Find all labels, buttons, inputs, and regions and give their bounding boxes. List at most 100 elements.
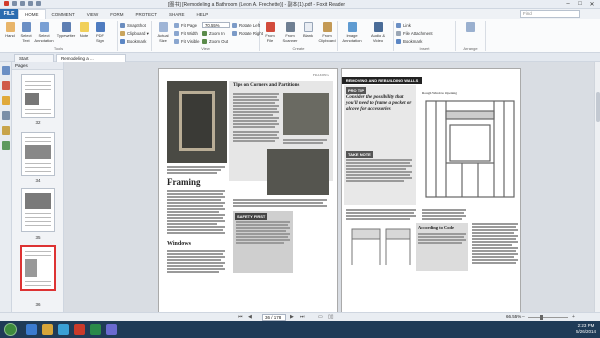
menu-home[interactable]: HOME [18, 9, 46, 19]
attachments-panel-icon[interactable] [2, 111, 10, 120]
page-thumbnail-label: 36 [35, 302, 41, 307]
open-icon[interactable] [12, 1, 17, 6]
menu-help[interactable]: HELP [191, 12, 215, 17]
view-group-label: View [201, 46, 210, 51]
menu-form[interactable]: FORM [104, 12, 129, 17]
zoom-percentage: 66.55% [506, 314, 522, 319]
safety-first-title: SAFETY FIRST [235, 213, 268, 220]
page-thumbnail[interactable] [21, 74, 55, 118]
create-group: From File From Scanner Blank From Clipbo… [260, 21, 338, 51]
app2-taskbar-icon[interactable] [106, 324, 117, 335]
minimize-button[interactable]: – [562, 0, 574, 8]
app-taskbar-icon[interactable] [90, 324, 101, 335]
rotate-right-button[interactable]: Rotate Right [232, 30, 263, 37]
clipboard-button[interactable]: Clipboard ▾ [120, 30, 149, 37]
page-thumbnail-label: 32 [35, 120, 41, 125]
layers-panel-icon[interactable] [2, 141, 10, 150]
snapshot-button[interactable]: SnapShot [120, 22, 146, 29]
note-button[interactable]: Note [76, 22, 92, 38]
fit-width-button[interactable]: Fit Width [174, 30, 198, 37]
clipboard-create-icon [322, 22, 332, 32]
zoom-in-icon-status[interactable]: + [572, 314, 575, 320]
windows-heading: Windows [167, 241, 191, 247]
tab-document[interactable]: Remodeling a ... [56, 54, 126, 62]
pdf-sign-button[interactable]: PDF Sign [92, 22, 108, 43]
bookmark-tool-button[interactable]: Bookmark [120, 38, 146, 45]
menu-comment[interactable]: COMMENT [46, 12, 81, 17]
zoom-out-icon-status[interactable]: – [522, 314, 525, 320]
rotate-left-button[interactable]: Rotate Left [232, 22, 260, 29]
file-attachment-button[interactable]: File Attachment [396, 30, 433, 37]
security-panel-icon[interactable] [2, 126, 10, 135]
select-text-button[interactable]: Select Text [18, 22, 34, 43]
code-box [416, 223, 468, 271]
zoom-out-button[interactable]: Zoom Out [202, 38, 228, 45]
arrange-group-label: Arrange [463, 46, 478, 51]
foxit-reader-taskbar-icon[interactable] [74, 324, 85, 335]
quick-access-toolbar [4, 1, 41, 6]
typewriter-button[interactable]: Typewriter [56, 22, 76, 38]
from-scanner-button[interactable]: From Scanner [280, 22, 300, 43]
zoom-slider-knob[interactable] [540, 315, 543, 320]
last-page-icon[interactable]: ⏭ [300, 314, 305, 320]
page-thumbnail[interactable] [21, 188, 55, 232]
next-page-icon[interactable]: ▶ [290, 314, 294, 320]
page-thumbnail-label: 34 [35, 178, 41, 183]
code-box-title: According to Code [418, 225, 454, 230]
bookmarks-panel-icon[interactable] [2, 81, 10, 90]
page-thumbnail[interactable] [21, 132, 55, 176]
tab-start[interactable]: Start [14, 54, 54, 62]
title-bar: [图书] [Remodeling a Bathroom (Leon A. Fre… [0, 0, 600, 9]
file-menu[interactable]: FILE [0, 9, 18, 19]
maximize-button[interactable]: □ [574, 0, 586, 8]
ie-icon[interactable] [26, 324, 37, 335]
facing-pages-view-icon[interactable]: ▯▯ [328, 314, 334, 320]
single-page-view-icon[interactable]: ▭ [318, 314, 323, 320]
menu-protect[interactable]: PROTECT [130, 12, 164, 17]
from-clipboard-button[interactable]: From Clipboard [316, 22, 338, 43]
insert-bookmark-button[interactable]: Bookmark [396, 38, 422, 45]
arrange-group: Arrange [456, 21, 486, 51]
zoom-in-button[interactable]: Zoom In [202, 30, 225, 37]
arrange-button[interactable] [462, 22, 478, 33]
menu-view[interactable]: VIEW [81, 12, 105, 17]
from-file-button[interactable]: From File [262, 22, 278, 43]
rotate-left-icon [232, 23, 237, 28]
audio-video-button[interactable]: Audio & Video [366, 22, 390, 43]
document-page-left: FRAMING Tips on Corners and Partitions F… [158, 68, 338, 312]
menu-share[interactable]: SHARE [163, 12, 191, 17]
arrow-select-icon [39, 22, 49, 32]
fit-visible-button[interactable]: Fit Visible [174, 38, 200, 45]
tips-box-title: Tips on Corners and Partitions [233, 83, 300, 88]
vertical-scrollbar[interactable] [594, 62, 600, 312]
zoom-slider[interactable] [528, 315, 568, 320]
media-icon[interactable] [58, 324, 69, 335]
find-input[interactable]: Find [520, 10, 580, 18]
page-thumbnail-selected[interactable] [21, 246, 55, 290]
start-button[interactable] [4, 323, 17, 336]
close-button[interactable]: ✕ [586, 0, 598, 8]
explorer-icon[interactable] [42, 324, 53, 335]
pages-panel-icon[interactable] [2, 66, 10, 75]
select-annotation-button[interactable]: Select Annotation [34, 22, 54, 43]
document-viewer[interactable]: FRAMING Tips on Corners and Partitions F… [64, 62, 600, 312]
comments-panel-icon[interactable] [2, 96, 10, 105]
print-icon[interactable] [28, 1, 33, 6]
window-title: [图书] [Remodeling a Bathroom (Leon A. Fre… [168, 2, 346, 8]
previous-page-icon[interactable]: ◀ [248, 314, 252, 320]
scrollbar-thumb[interactable] [596, 92, 600, 122]
save-icon[interactable] [20, 1, 25, 6]
image-annotation-button[interactable]: Image Annotation [340, 22, 364, 43]
zoom-select[interactable]: 70.55% [202, 22, 230, 28]
actual-size-button[interactable]: Actual Size [154, 22, 172, 43]
header-detail-diagram [351, 228, 411, 265]
hand-button[interactable]: Hand [2, 22, 18, 38]
fit-page-button[interactable]: Fit Page [174, 22, 197, 29]
blank-button[interactable]: Blank [301, 22, 315, 38]
first-page-icon[interactable]: ⏮ [238, 314, 243, 320]
undo-icon[interactable] [36, 1, 41, 6]
pdf-file-icon [265, 22, 275, 32]
system-clock[interactable]: 2:23 PM 5/26/2014 [576, 323, 596, 335]
page-number-input[interactable]: 36 / 178 [262, 314, 286, 321]
link-button[interactable]: Link [396, 22, 411, 29]
